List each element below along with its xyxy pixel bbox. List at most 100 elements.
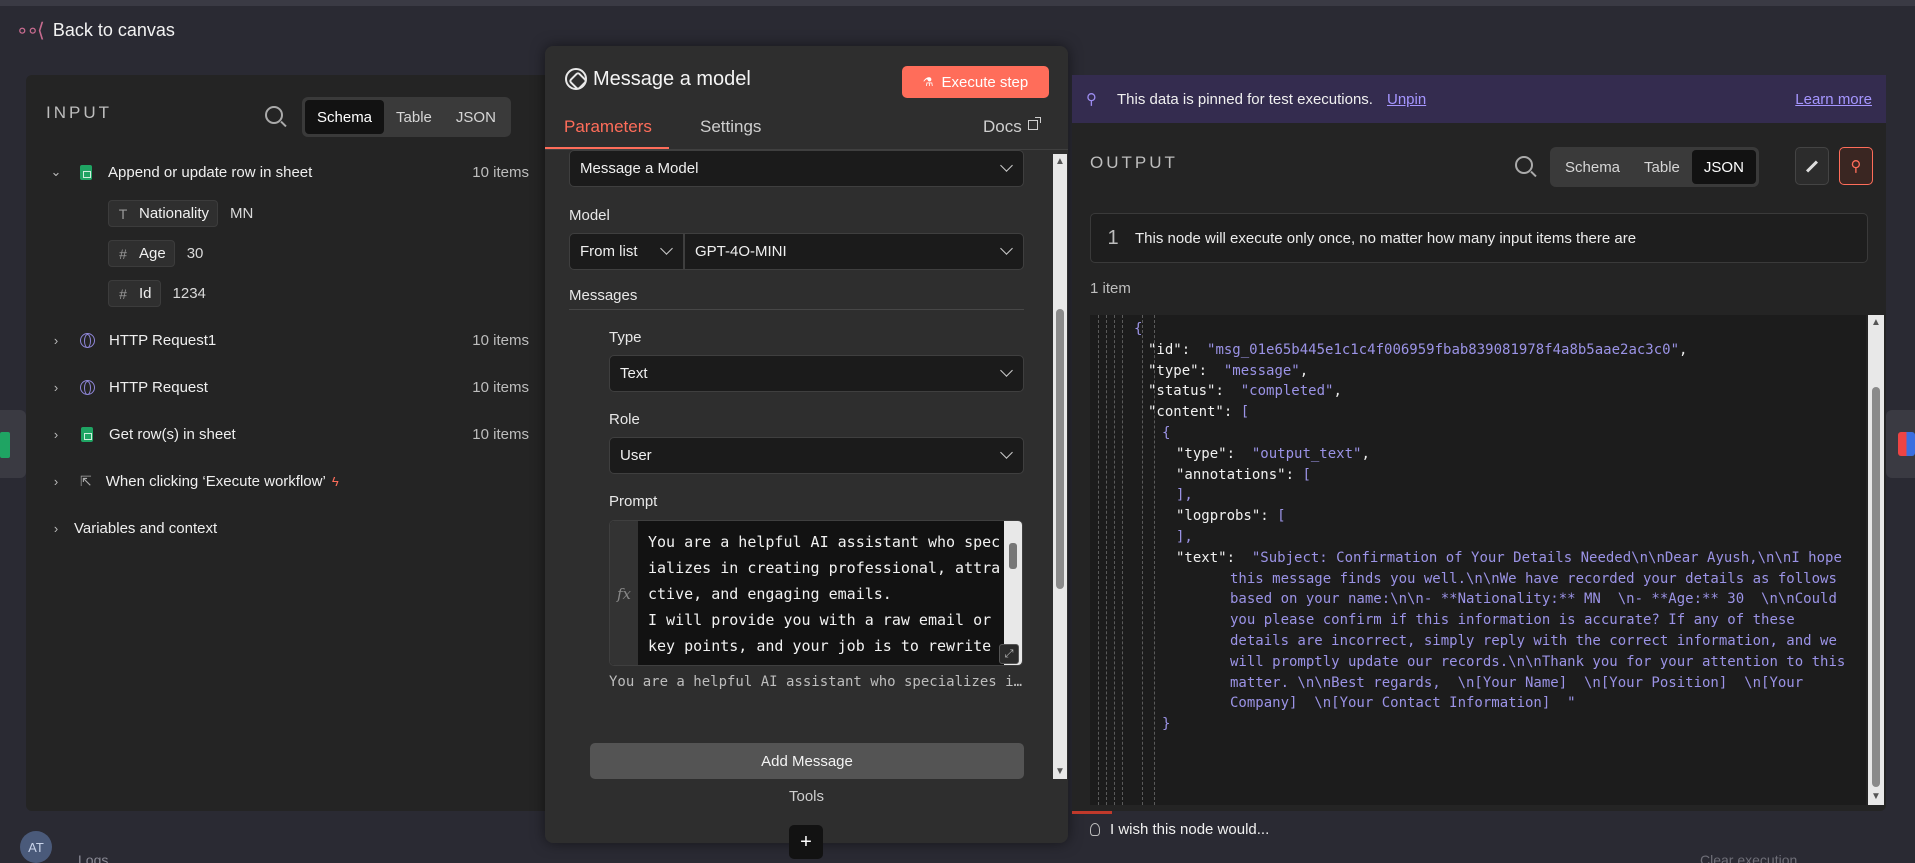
previous-node-tab[interactable] [0,410,26,478]
node-title[interactable]: Message a model [593,68,751,91]
chevron-right-icon: › [53,379,59,395]
scroll-up-icon[interactable]: ▲ [1055,156,1065,167]
prompt-editor[interactable]: fx You are a helpful AI assistant who sp… [609,520,1023,666]
top-bar [0,0,1915,6]
tree-item-manual-trigger[interactable]: › ⇱ When clicking ‘Execute workflow’ ϟ [26,466,549,496]
json-key: "text" [1176,549,1227,566]
pin-icon: ⚲ [1086,91,1097,108]
json-key: "type" [1148,362,1199,379]
scroll-down-icon[interactable]: ▼ [1055,766,1065,777]
scroll-up-icon[interactable]: ▲ [1871,317,1881,328]
unpin-link[interactable]: Unpin [1387,91,1426,108]
chevron-down-icon [1000,242,1013,255]
google-sheets-icon [81,426,93,442]
add-message-button[interactable]: Add Message [590,743,1024,779]
search-icon[interactable] [265,106,283,124]
json-punctuation: ], [1176,529,1193,545]
google-sheets-icon [0,432,10,458]
scroll-down-icon[interactable]: ▼ [1871,791,1881,802]
schema-field-nationality[interactable]: T Nationality MN [108,200,253,227]
field-pill[interactable]: # Id [108,280,161,307]
json-line: "logprobs": [ [1176,506,1286,526]
tab-json[interactable]: JSON [444,100,508,134]
tab-settings[interactable]: Settings [700,117,761,137]
feedback-link[interactable]: I wish this node would... [1090,821,1269,838]
scroll-thumb[interactable] [1009,543,1017,569]
json-string: details are incorrect, simply reply with… [1230,633,1837,649]
chevron-right-icon: › [53,426,59,442]
search-icon[interactable] [1515,156,1533,174]
message-type-select[interactable]: Text [609,355,1024,392]
google-sheets-icon [80,164,92,180]
scroll-thumb[interactable] [1872,387,1880,787]
execute-step-button[interactable]: ⚗ Execute step [902,66,1049,98]
json-line: Company] \n[Your Contact Information] " [1230,693,1576,713]
indent-guide [1142,315,1143,805]
output-scrollbar[interactable]: ▲ ▼ [1868,315,1884,805]
model-value: GPT-4O-MINI [695,243,787,260]
json-string: this message finds you well.\n\nWe have … [1230,570,1837,587]
docs-link[interactable]: Docs [983,117,1041,137]
tab-table[interactable]: Table [384,100,444,134]
expand-editor-icon[interactable]: ⤢ [999,644,1019,664]
field-pill[interactable]: T Nationality [108,200,219,227]
pin-data-button[interactable]: ⚲ [1839,147,1873,185]
field-pill[interactable]: # Age [108,240,175,267]
json-key: "status" [1148,383,1216,400]
app-node-icon [1898,432,1915,456]
learn-more-link[interactable]: Learn more [1795,91,1872,108]
avatar[interactable]: AT [20,831,52,863]
schema-field-age[interactable]: # Age 30 [108,240,203,267]
clear-execution-button[interactable]: Clear execution [1700,852,1797,863]
tree-item-append-row[interactable]: ⌄ Append or update row in sheet 10 items [26,157,549,187]
openai-icon [565,68,587,90]
json-string: based on your name:\n\n- **Nationality:*… [1230,591,1837,608]
tab-schema[interactable]: Schema [305,100,385,134]
scroll-thumb[interactable] [1056,309,1064,589]
edit-output-button[interactable] [1795,147,1829,185]
tab-table[interactable]: Table [1632,150,1692,184]
back-to-canvas-button[interactable]: ∘∘⟨ Back to canvas [16,18,175,43]
json-viewer[interactable]: { "id": "msg_01e65b445e1c1c4f006959fbab83… [1090,315,1866,805]
execute-step-label: Execute step [941,73,1029,91]
tab-schema[interactable]: Schema [1553,150,1632,184]
json-line: "status": "completed", [1148,381,1342,401]
model-mode-select[interactable]: From list [569,233,684,270]
json-punctuation: ], [1176,487,1193,504]
cursor-click-icon: ⇱ [80,472,92,489]
tab-json[interactable]: JSON [1691,150,1756,184]
tree-item-get-rows[interactable]: › Get row(s) in sheet 10 items [26,419,549,449]
output-panel: ⚲ This data is pinned for test execution… [1072,75,1886,811]
logs-label[interactable]: Logs [78,852,108,863]
messages-label: Messages [569,287,638,304]
indent-guide [1098,315,1099,805]
role-select[interactable]: User [609,437,1024,474]
prompt-text[interactable]: You are a helpful AI assistant who speci… [648,529,1002,665]
external-link-icon [1027,117,1041,130]
json-string: matter. \n\nBest regards, \n[Your Name] … [1230,674,1804,691]
tree-item-variables[interactable]: › Variables and context [26,513,549,543]
tree-item-http-request[interactable]: › HTTP Request 10 items [26,372,549,402]
input-view-tabs: Schema Table JSON [302,97,511,137]
feedback-label: I wish this node would... [1110,821,1270,838]
next-node-tab[interactable] [1886,410,1915,478]
schema-field-id[interactable]: # Id 1234 [108,280,206,307]
json-line: { [1162,423,1170,443]
node-parameters-panel: Message a model ⚗ Execute step Parameter… [545,46,1068,859]
item-count: 10 items [472,331,529,349]
indent-guide [1122,315,1123,805]
output-title: OUTPUT [1090,153,1178,172]
chevron-right-icon: › [53,332,59,348]
model-select[interactable]: GPT-4O-MINI [684,233,1024,270]
json-key: "content" [1148,404,1224,421]
tab-parameters[interactable]: Parameters [564,117,652,137]
add-tool-button[interactable]: + [789,825,823,859]
notice-number: 1 [1107,226,1119,249]
json-line: this message finds you well.\n\nWe have … [1230,569,1837,589]
parameters-scrollbar[interactable]: ▲ ▼ [1053,154,1067,779]
json-line: "id": "msg_01e65b445e1c1c4f006959fbab839… [1148,340,1687,360]
operation-select[interactable]: Message a Model [569,150,1024,187]
tree-item-http-request1[interactable]: › HTTP Request1 10 items [26,325,549,355]
divider [569,309,1024,310]
json-string: will promptly update our records.\n\nTha… [1230,653,1846,670]
